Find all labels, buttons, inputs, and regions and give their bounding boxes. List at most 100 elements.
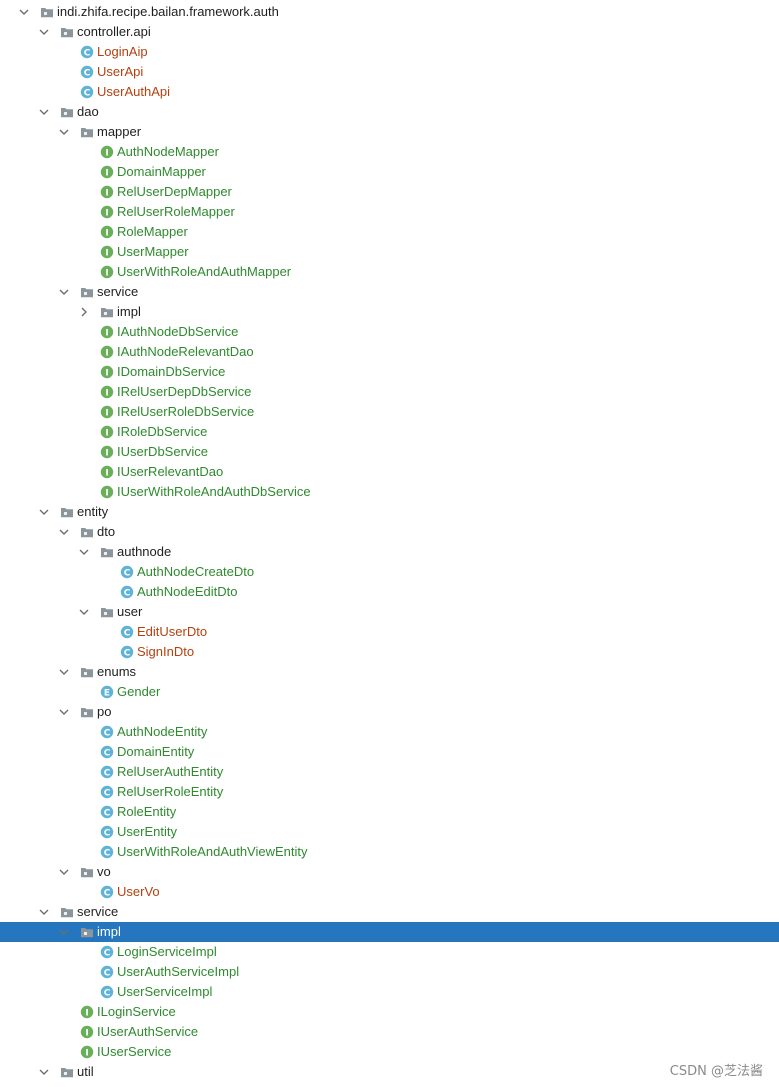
svg-text:C: C [104, 808, 111, 818]
tree-row[interactable]: vo [0, 862, 779, 882]
tree-row[interactable]: I IRelUserRoleDbService [0, 402, 779, 422]
class-icon: C [120, 585, 134, 599]
tree-row[interactable]: enums [0, 662, 779, 682]
tree-row[interactable]: C AuthNodeEntity [0, 722, 779, 742]
tree-row[interactable]: dto [0, 522, 779, 542]
tree-row[interactable]: I IAuthNodeDbService [0, 322, 779, 342]
tree-row[interactable]: I RelUserDepMapper [0, 182, 779, 202]
tree-row[interactable]: util [0, 1062, 779, 1082]
tree-item-label: service [97, 284, 139, 299]
interface-icon: I [100, 405, 114, 419]
chevron-down-icon[interactable] [78, 602, 90, 622]
tree-row[interactable]: C UserVo [0, 882, 779, 902]
tree-row[interactable]: C RelUserRoleEntity [0, 782, 779, 802]
tree-row[interactable]: I ILoginService [0, 1002, 779, 1022]
tree-row[interactable]: I IRelUserDepDbService [0, 382, 779, 402]
chevron-down-icon[interactable] [38, 502, 50, 522]
chevron-down-icon[interactable] [58, 522, 70, 542]
chevron-down-icon[interactable] [58, 122, 70, 142]
tree-row[interactable]: controller.api [0, 22, 779, 42]
tree-row[interactable]: C SignInDto [0, 642, 779, 662]
chevron-down-icon[interactable] [58, 922, 70, 942]
tree-row[interactable]: mapper [0, 122, 779, 142]
tree-row[interactable]: po [0, 702, 779, 722]
svg-text:I: I [105, 488, 108, 498]
package-folder-icon [60, 1065, 74, 1079]
tree-item-label: UserAuthApi [97, 84, 170, 99]
tree-row[interactable]: I RelUserRoleMapper [0, 202, 779, 222]
watermark: CSDN @芝法酱 [669, 1064, 763, 1079]
svg-text:C: C [104, 788, 111, 798]
tree-row[interactable]: C AuthNodeEditDto [0, 582, 779, 602]
tree-row[interactable]: C LoginServiceImpl [0, 942, 779, 962]
tree-row[interactable]: I RoleMapper [0, 222, 779, 242]
tree-row[interactable]: I IRoleDbService [0, 422, 779, 442]
tree-item-label: controller.api [77, 24, 151, 39]
package-folder-icon [60, 505, 74, 519]
tree-row[interactable]: C EditUserDto [0, 622, 779, 642]
interface-icon: I [100, 465, 114, 479]
package-folder-icon [100, 545, 114, 559]
tree-item-label: LoginAip [97, 44, 148, 59]
tree-row[interactable]: indi.zhifa.recipe.bailan.framework.auth [0, 2, 779, 22]
tree-row[interactable]: I IUserWithRoleAndAuthDbService [0, 482, 779, 502]
chevron-down-icon[interactable] [38, 1062, 50, 1082]
chevron-down-icon[interactable] [18, 2, 30, 22]
tree-row[interactable]: I IUserAuthService [0, 1022, 779, 1042]
chevron-right-icon[interactable] [78, 302, 90, 322]
tree-row[interactable]: I UserMapper [0, 242, 779, 262]
svg-text:I: I [105, 448, 108, 458]
tree-row[interactable]: C DomainEntity [0, 742, 779, 762]
tree-row[interactable]: impl [0, 302, 779, 322]
tree-row[interactable]: I IDomainDbService [0, 362, 779, 382]
tree-row[interactable]: C RoleEntity [0, 802, 779, 822]
tree-row[interactable]: I AuthNodeMapper [0, 142, 779, 162]
tree-row[interactable]: C UserAuthServiceImpl [0, 962, 779, 982]
tree-row[interactable]: C AuthNodeCreateDto [0, 562, 779, 582]
chevron-down-icon[interactable] [58, 282, 70, 302]
svg-text:C: C [104, 988, 111, 998]
tree-row[interactable]: C UserAuthApi [0, 82, 779, 102]
tree-row[interactable]: I UserWithRoleAndAuthMapper [0, 262, 779, 282]
chevron-down-icon[interactable] [78, 542, 90, 562]
tree-row[interactable]: I IAuthNodeRelevantDao [0, 342, 779, 362]
tree-item-label: RelUserRoleMapper [117, 204, 235, 219]
tree-row[interactable]: authnode [0, 542, 779, 562]
tree-row[interactable]: C RelUserAuthEntity [0, 762, 779, 782]
chevron-down-icon[interactable] [38, 102, 50, 122]
svg-text:C: C [84, 48, 91, 58]
class-icon: C [100, 885, 114, 899]
svg-text:I: I [105, 348, 108, 358]
tree-row[interactable]: dao [0, 102, 779, 122]
chevron-down-icon[interactable] [58, 662, 70, 682]
class-icon: C [100, 965, 114, 979]
tree-row[interactable]: service [0, 282, 779, 302]
interface-icon: I [80, 1045, 94, 1059]
tree-row[interactable]: user [0, 602, 779, 622]
tree-row[interactable]: C UserApi [0, 62, 779, 82]
chevron-down-icon[interactable] [58, 702, 70, 722]
tree-row[interactable]: C UserServiceImpl [0, 982, 779, 1002]
class-icon: C [100, 985, 114, 999]
tree-row[interactable]: C LoginAip [0, 42, 779, 62]
interface-icon: I [80, 1025, 94, 1039]
tree-item-label: enums [97, 664, 137, 679]
tree-row[interactable]: I IUserDbService [0, 442, 779, 462]
chevron-down-icon[interactable] [58, 862, 70, 882]
tree-row[interactable]: I IUserRelevantDao [0, 462, 779, 482]
tree-row[interactable]: service [0, 902, 779, 922]
tree-row[interactable]: I DomainMapper [0, 162, 779, 182]
package-folder-icon [80, 705, 94, 719]
tree-item-label: UserServiceImpl [117, 984, 213, 999]
tree-row[interactable]: I IUserService [0, 1042, 779, 1062]
chevron-down-icon[interactable] [38, 22, 50, 42]
tree-row[interactable]: C UserWithRoleAndAuthViewEntity [0, 842, 779, 862]
tree-row[interactable]: entity [0, 502, 779, 522]
tree-row[interactable]: impl [0, 922, 779, 942]
tree-row[interactable]: E Gender [0, 682, 779, 702]
svg-text:I: I [85, 1028, 88, 1038]
tree-item-label: LoginServiceImpl [117, 944, 217, 959]
chevron-down-icon[interactable] [38, 902, 50, 922]
tree-row[interactable]: C UserEntity [0, 822, 779, 842]
svg-text:C: C [124, 588, 131, 598]
